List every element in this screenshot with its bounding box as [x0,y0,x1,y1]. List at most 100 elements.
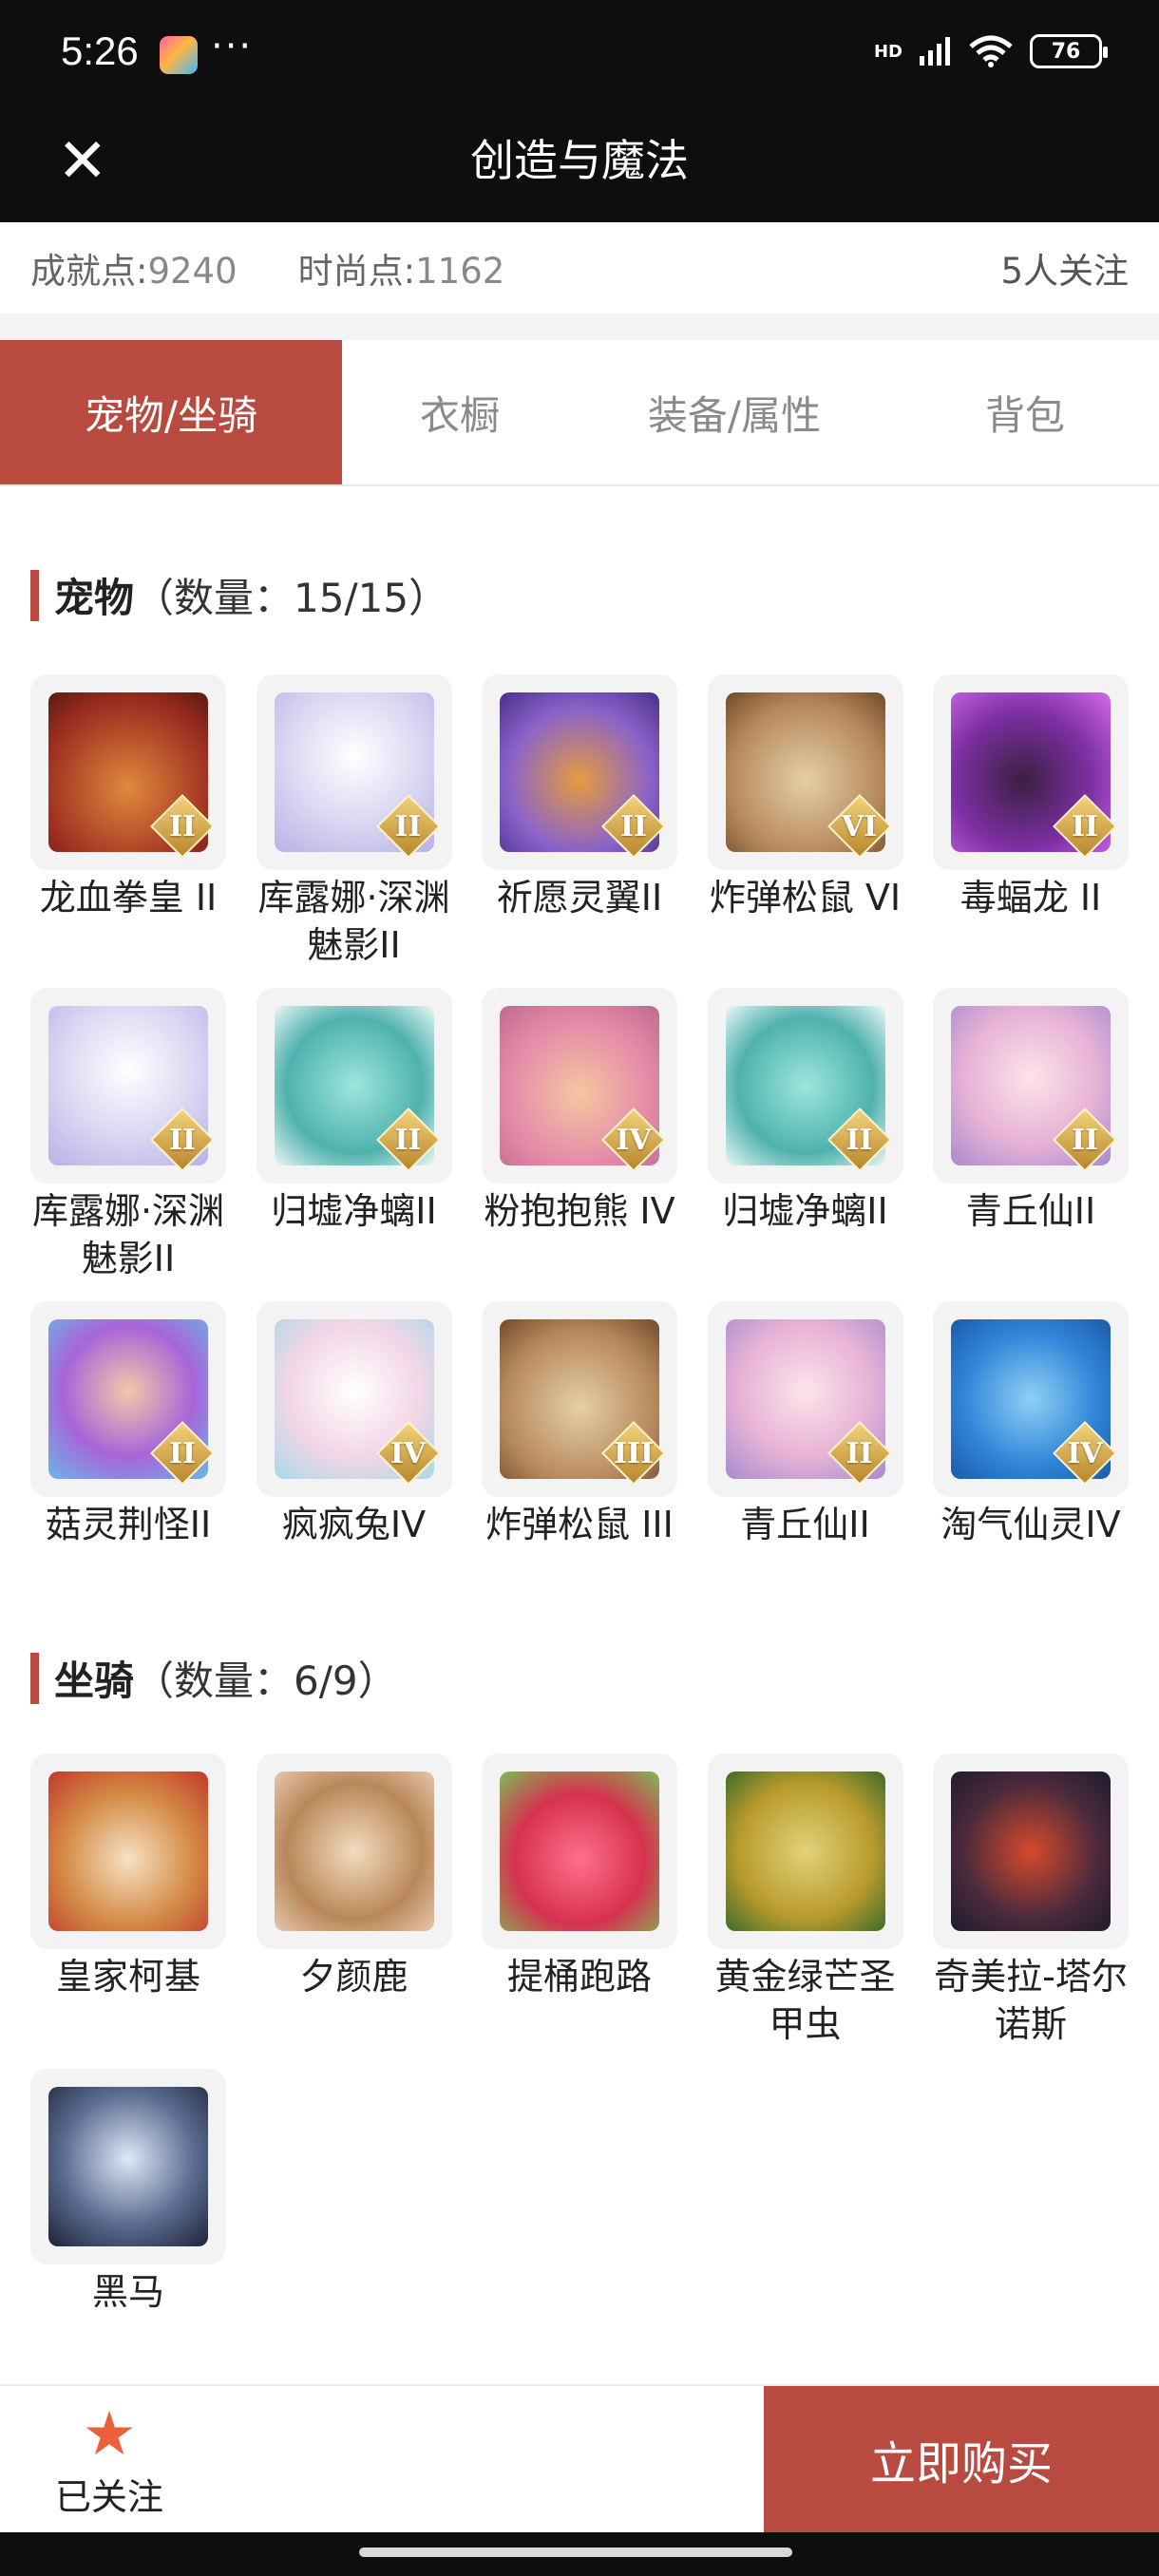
tier-badge-icon: II [152,796,213,857]
mount-item[interactable]: 奇美拉-塔尔诺斯 [933,1753,1129,2048]
pet-item[interactable]: IV 疯疯兔IV [256,1301,452,1548]
tier-badge-label: II [168,1123,197,1157]
pet-item[interactable]: II 祈愿灵翼II [482,674,677,969]
tier-badge-label: IV [390,1436,427,1470]
pet-name: 归墟净螭II [722,1190,888,1232]
tier-badge-label: II [168,809,197,843]
pet-name: 炸弹松鼠 VI [709,877,902,919]
wifi-icon [969,35,1013,67]
star-icon: ★ [82,2399,137,2470]
tier-badge-label: II [394,809,422,843]
tier-badge-label: II [846,1436,873,1470]
pet-item[interactable]: II 归墟净螭II [707,988,903,1282]
pet-thumbnail: IV [482,988,677,1184]
pet-thumbnail: II [707,1301,903,1497]
status-time: 5:26 [61,28,139,73]
pet-item[interactable]: IV 淘气仙灵IV [933,1301,1129,1548]
bottom-bar: ★ 已关注 立即购买 [0,2384,1159,2532]
pet-name: 祈愿灵翼II [496,877,663,919]
pet-thumbnail: II [933,674,1129,870]
tab-equipment[interactable]: 装备/属性 [578,340,891,484]
more-notifications-icon: ··· [211,25,254,68]
tier-badge-icon: III [603,1423,664,1484]
tier-badge-icon: II [603,796,664,857]
tier-badge-label: II [1071,1123,1099,1157]
tier-badge-icon: II [1054,1109,1115,1170]
pet-thumbnail: VI [707,674,903,870]
stats-row: 成就点:9240 时尚点:1162 5人关注 [0,222,1159,313]
pet-name: 库露娜·深渊魅影II [31,1190,225,1279]
tier-badge-icon: II [152,1109,213,1170]
game-app-icon [160,36,198,74]
mount-item[interactable]: 夕颜鹿 [256,1753,452,2048]
pet-name: 菇灵荆怪II [45,1504,212,1545]
tab-bar: 宠物/坐骑 衣橱 装备/属性 背包 [0,340,1159,486]
pet-thumbnail: IV [256,1301,452,1497]
pet-name: 疯疯兔IV [281,1504,427,1545]
achievement-points: 成就点:9240 [30,251,238,292]
pet-item[interactable]: II 菇灵荆怪II [30,1301,226,1548]
pet-item[interactable]: II 归墟净螭II [256,988,452,1282]
mount-image [48,2087,208,2246]
tab-backpack[interactable]: 背包 [891,340,1159,484]
pet-item[interactable]: III 炸弹松鼠 III [482,1301,677,1548]
follow-button[interactable]: ★ 已关注 [38,2401,180,2520]
mount-image [951,1771,1111,1931]
mount-thumbnail [933,1753,1129,1949]
status-icons: HD 76 [873,34,1108,68]
tab-pets-mounts[interactable]: 宠物/坐骑 [0,340,342,484]
pet-thumbnail: II [933,988,1129,1184]
pet-item[interactable]: IV 粉抱抱熊 IV [482,988,677,1282]
mount-name: 提桶跑路 [506,1956,652,1998]
tier-badge-icon: II [378,796,439,857]
tier-badge-label: VI [841,809,878,843]
pet-item[interactable]: II 青丘仙II [933,988,1129,1282]
pet-thumbnail: III [482,1301,677,1497]
fashion-points: 时尚点:1162 [297,251,505,292]
tier-badge-label: IV [1067,1436,1103,1470]
signal-icon [920,37,950,66]
mount-item[interactable]: 皇家柯基 [30,1753,226,2048]
pet-name: 归墟净螭II [271,1190,437,1232]
tier-badge-icon: IV [1054,1423,1115,1484]
mount-name: 黄金绿芒圣甲虫 [714,1956,896,2045]
status-bar: 5:26 ··· HD 76 [0,0,1159,114]
header: ✕ 创造与魔法 [0,114,1159,222]
mount-name: 皇家柯基 [55,1956,200,1998]
pet-name: 龙血拳皇 II [39,877,218,919]
pet-thumbnail: II [30,988,226,1184]
pets-section-title: 宠物 （数量：15/15） [30,566,448,624]
buy-now-button[interactable]: 立即购买 [764,2386,1159,2532]
pet-thumbnail: II [256,674,452,870]
home-indicator [0,2532,1159,2576]
pet-name: 青丘仙II [740,1504,870,1545]
tab-wardrobe[interactable]: 衣橱 [342,340,578,484]
pet-item[interactable]: II 青丘仙II [707,1301,903,1548]
mount-item[interactable]: 黄金绿芒圣甲虫 [707,1753,903,2048]
pet-item[interactable]: II 库露娜·深渊魅影II [30,988,226,1282]
tier-badge-icon: II [378,1109,439,1170]
pet-name: 青丘仙II [965,1190,1096,1232]
mount-item[interactable]: 黑马 [30,2069,226,2316]
pet-item[interactable]: II 库露娜·深渊魅影II [256,674,452,969]
mount-thumbnail [707,1753,903,1949]
mount-image [48,1771,208,1931]
pet-name: 粉抱抱熊 IV [484,1190,675,1232]
tier-badge-icon: VI [829,796,890,857]
mount-name: 奇美拉-塔尔诺斯 [934,1956,1128,2045]
mount-image [725,1771,885,1931]
tier-badge-label: II [168,1436,197,1470]
mount-item[interactable]: 提桶跑路 [482,1753,677,2048]
tier-badge-label: II [846,1123,873,1157]
pet-item[interactable]: II 龙血拳皇 II [30,674,226,969]
pet-item[interactable]: VI 炸弹松鼠 VI [707,674,903,969]
pet-thumbnail: II [256,988,452,1184]
mount-thumbnail [256,1753,452,1949]
followers-count: 5人关注 [1000,251,1129,292]
network-hd-label: HD [873,41,902,62]
pet-name: 淘气仙灵IV [940,1504,1121,1545]
tier-badge-label: II [1071,809,1099,843]
pet-name: 毒蝠龙 II [960,877,1102,919]
mounts-grid: 皇家柯基 夕颜鹿 提桶跑路 黄金绿芒圣甲虫 奇美拉-塔尔诺斯黑马 [30,1753,1132,2316]
pet-item[interactable]: II 毒蝠龙 II [933,674,1129,969]
